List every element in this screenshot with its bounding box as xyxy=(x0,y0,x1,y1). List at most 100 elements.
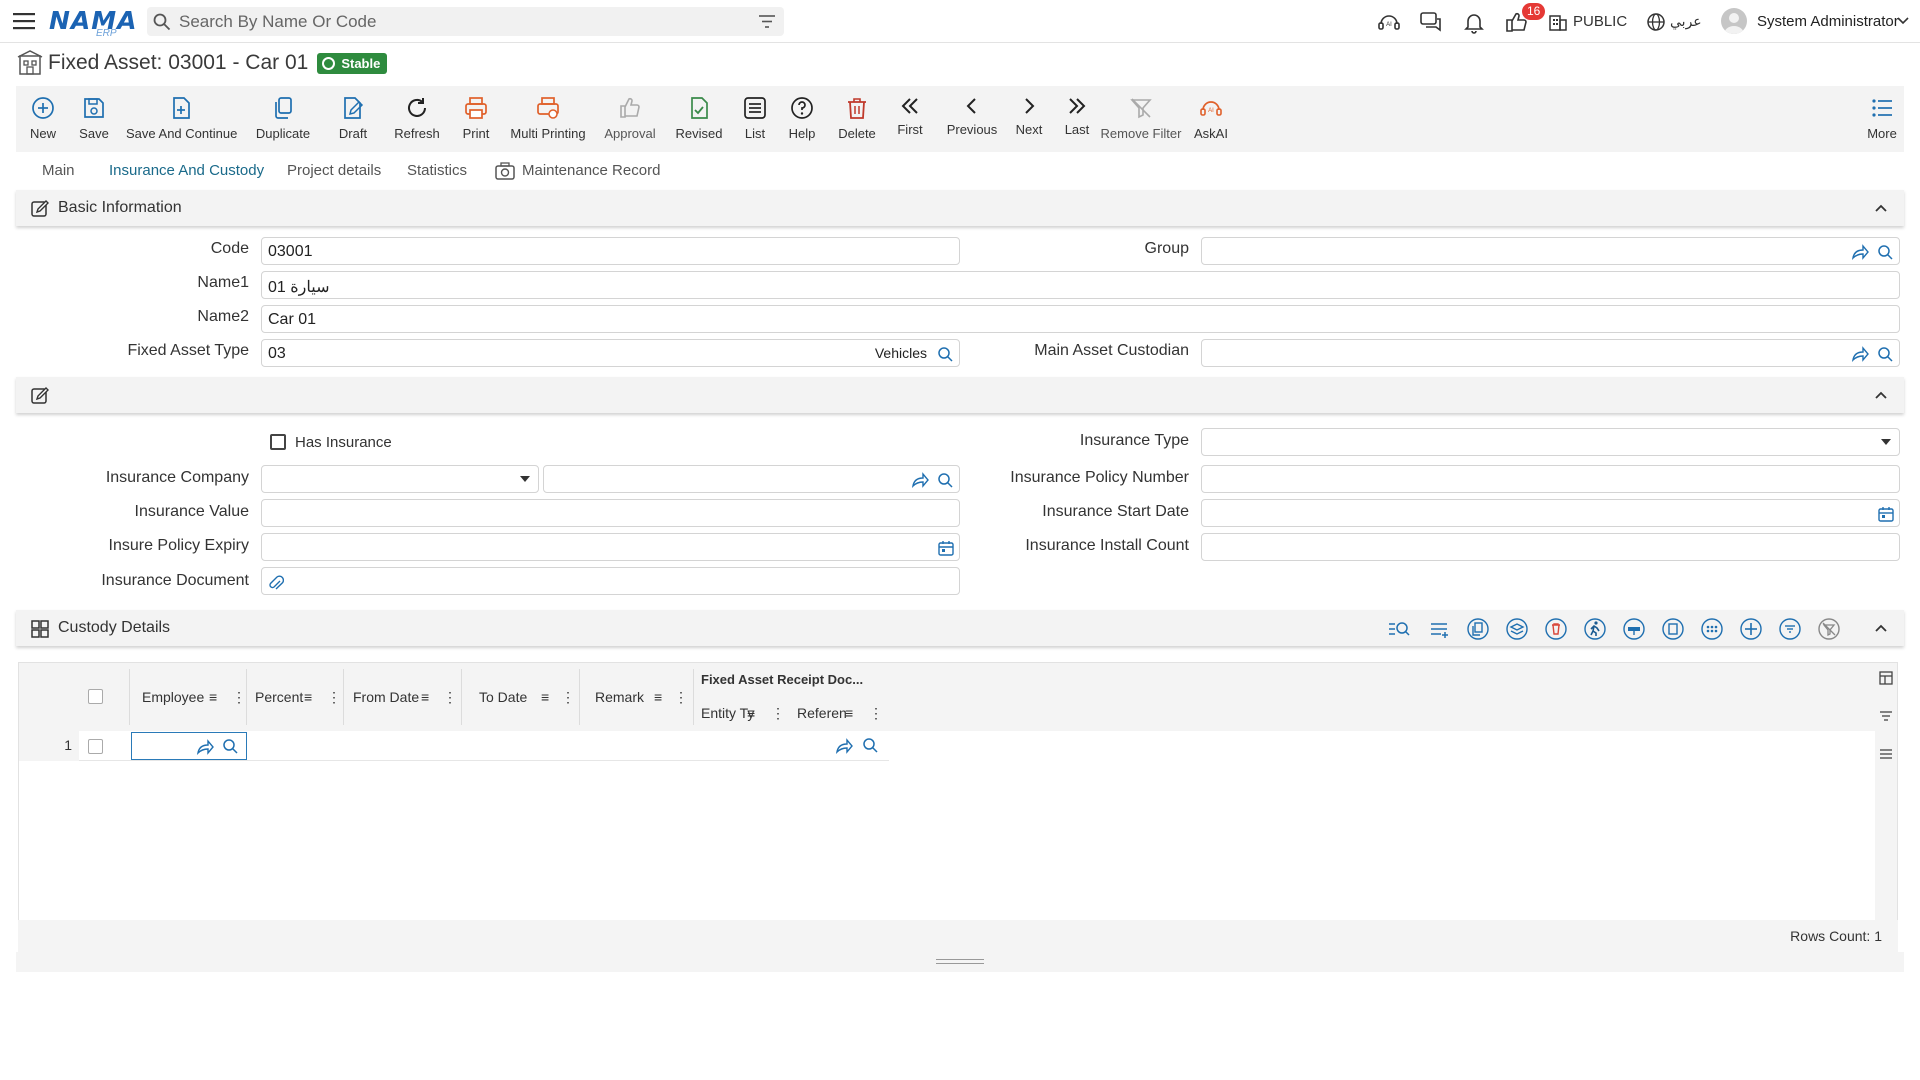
chat-icon[interactable] xyxy=(1419,10,1443,34)
column-remark[interactable]: Remark xyxy=(595,689,644,705)
column-percent[interactable]: Percent xyxy=(255,689,303,705)
remove-filter-button[interactable]: Remove Filter xyxy=(1098,86,1184,152)
insurance-document-field[interactable] xyxy=(261,567,960,595)
list-button[interactable]: List xyxy=(730,86,780,152)
multi-printing-button[interactable]: Multi Printing xyxy=(502,86,594,152)
open-link-icon[interactable] xyxy=(1851,244,1869,260)
filter-off-icon[interactable] xyxy=(1817,617,1841,641)
globe-icon[interactable] xyxy=(1646,12,1670,36)
layers-icon[interactable] xyxy=(1505,617,1529,641)
ai-assistant-icon[interactable]: AI xyxy=(1377,10,1401,34)
move-icon[interactable] xyxy=(1739,617,1763,641)
save-button[interactable]: Save xyxy=(70,86,118,152)
name2-field[interactable]: Car 01 xyxy=(261,305,1900,333)
columns-icon[interactable] xyxy=(1879,671,1893,685)
insurance-start-date-field[interactable] xyxy=(1201,499,1900,527)
column-menu-icon[interactable]: ⋮ xyxy=(869,705,883,722)
column-menu-icon[interactable]: ⋮ xyxy=(561,689,575,706)
help-button[interactable]: Help xyxy=(778,86,826,152)
open-link-icon[interactable] xyxy=(196,739,214,755)
open-link-icon[interactable] xyxy=(1851,346,1869,362)
search-input[interactable] xyxy=(179,7,739,36)
zoom-search-icon[interactable] xyxy=(1387,617,1411,641)
select-all-checkbox[interactable] xyxy=(88,689,103,704)
column-filter-icon[interactable]: ≡ xyxy=(209,689,217,705)
tab-project-details[interactable]: Project details xyxy=(287,162,381,192)
resize-handle[interactable] xyxy=(936,959,984,964)
has-insurance-checkbox[interactable] xyxy=(270,434,286,450)
notification-bell-icon[interactable] xyxy=(1462,10,1486,34)
column-filter-icon[interactable]: ≡ xyxy=(747,705,755,721)
tab-main[interactable]: Main xyxy=(42,162,75,192)
insurance-policy-number-field[interactable] xyxy=(1201,465,1900,493)
lookup-search-icon[interactable] xyxy=(937,346,955,362)
calendar-icon[interactable] xyxy=(1878,506,1894,522)
column-menu-icon[interactable]: ⋮ xyxy=(674,689,688,706)
lookup-search-icon[interactable] xyxy=(1877,346,1895,362)
tab-insurance-and-custody[interactable]: Insurance And Custody xyxy=(109,162,265,192)
employee-cell-editor[interactable] xyxy=(131,732,247,760)
previous-button[interactable]: Previous xyxy=(940,86,1004,152)
last-button[interactable]: Last xyxy=(1054,86,1100,152)
app-logo[interactable]: NAMA ERP xyxy=(49,6,137,39)
row-checkbox[interactable] xyxy=(88,739,103,754)
duplicate-button[interactable]: Duplicate xyxy=(250,86,316,152)
column-reference[interactable]: Referen xyxy=(797,705,847,721)
insurance-company-lookup[interactable] xyxy=(543,465,960,493)
search-bar[interactable] xyxy=(147,7,784,36)
fixed-asset-type-field[interactable]: 03 Vehicles xyxy=(261,339,960,367)
copy-row-icon[interactable] xyxy=(1466,617,1490,641)
add-row-icon[interactable] xyxy=(1427,617,1451,641)
column-menu-icon[interactable]: ⋮ xyxy=(327,689,341,706)
language-switch[interactable]: عربي xyxy=(1670,13,1702,30)
table-row[interactable]: 1 xyxy=(19,731,889,761)
dots-grid-icon[interactable] xyxy=(1700,617,1724,641)
code-field[interactable]: 03001 xyxy=(261,237,960,265)
run-icon[interactable] xyxy=(1583,617,1607,641)
column-filter-icon[interactable]: ≡ xyxy=(845,705,853,721)
insure-policy-expiry-field[interactable] xyxy=(261,533,960,561)
paperclip-icon[interactable] xyxy=(268,574,284,592)
column-menu-icon[interactable]: ⋮ xyxy=(771,705,785,722)
refresh-button[interactable]: Refresh xyxy=(386,86,448,152)
lookup-search-icon[interactable] xyxy=(222,738,240,754)
column-to-date[interactable]: To Date xyxy=(479,689,527,705)
delete-button[interactable]: Delete xyxy=(832,86,882,152)
insurance-section-header[interactable] xyxy=(16,377,1904,413)
menu-icon[interactable] xyxy=(13,11,35,31)
chevron-up-icon[interactable] xyxy=(1874,389,1888,401)
next-button[interactable]: Next xyxy=(1006,86,1052,152)
column-filter-icon[interactable]: ≡ xyxy=(541,689,549,705)
insurance-install-count-field[interactable] xyxy=(1201,533,1900,561)
company-label[interactable]: PUBLIC xyxy=(1573,13,1627,30)
chevron-up-icon[interactable] xyxy=(1874,622,1888,634)
more-button[interactable]: More xyxy=(1862,86,1902,152)
tab-statistics[interactable]: Statistics xyxy=(407,162,467,192)
chevron-down-icon[interactable] xyxy=(1896,14,1910,28)
open-link-icon[interactable] xyxy=(911,472,929,488)
menu-lines-icon[interactable] xyxy=(1879,747,1893,761)
fit-columns-icon[interactable] xyxy=(1661,617,1685,641)
avatar[interactable] xyxy=(1721,8,1747,34)
new-button[interactable]: New xyxy=(16,86,70,152)
draft-button[interactable]: Draft xyxy=(326,86,380,152)
main-asset-custodian-field[interactable] xyxy=(1201,339,1900,367)
lookup-search-icon[interactable] xyxy=(1877,244,1895,260)
tab-maintenance-record[interactable]: Maintenance Record xyxy=(522,162,660,192)
basic-information-header[interactable]: Basic Information xyxy=(16,190,1904,226)
column-filter-icon[interactable]: ≡ xyxy=(654,689,662,705)
custody-details-header[interactable]: Custody Details xyxy=(16,610,1904,646)
filter-icon[interactable] xyxy=(758,14,776,29)
user-menu[interactable]: System Administrator xyxy=(1757,13,1899,30)
column-filter-icon[interactable]: ≡ xyxy=(421,689,429,705)
open-link-icon[interactable] xyxy=(835,738,853,754)
approval-button[interactable]: Approval xyxy=(596,86,664,152)
filter-icon[interactable] xyxy=(1879,709,1893,723)
askai-button[interactable]: AI AskAI xyxy=(1184,86,1238,152)
insert-row-icon[interactable] xyxy=(1622,617,1646,641)
print-button[interactable]: Print xyxy=(452,86,500,152)
name1-field[interactable]: 01 سيارة xyxy=(261,271,1900,299)
first-button[interactable]: First xyxy=(886,86,934,152)
column-employee[interactable]: Employee xyxy=(142,689,204,705)
delete-row-icon[interactable] xyxy=(1544,617,1568,641)
